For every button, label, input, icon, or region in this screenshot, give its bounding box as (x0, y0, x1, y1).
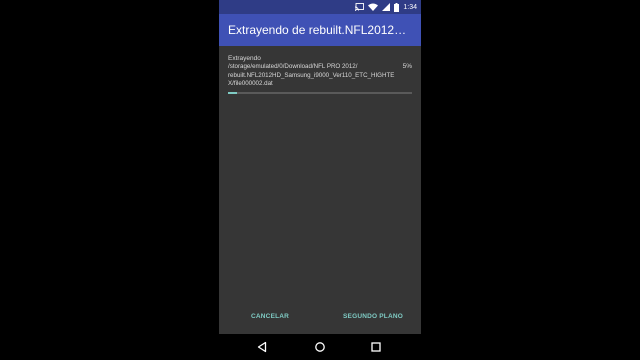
cancel-button[interactable]: CANCELAR (251, 313, 289, 320)
progress-percent: 5% (402, 63, 412, 70)
recents-icon[interactable] (369, 340, 383, 354)
dialog-title: Extrayendo de rebuilt.NFL2012HD... (228, 23, 414, 37)
navigation-bar (219, 334, 421, 360)
status-icons: 1:34 (355, 1, 417, 13)
status-time: 1:34 (403, 3, 417, 11)
wifi-icon (368, 3, 379, 11)
cast-icon (355, 3, 365, 11)
file-path-text: /storage/emulated/0/Download/NFL PRO 201… (228, 63, 395, 88)
progress-fill (228, 92, 238, 94)
background-button[interactable]: SEGUNDO PLANO (343, 313, 403, 320)
battery-icon (394, 2, 400, 12)
extraction-dialog: Extrayendo /storage/emulated/0/Download/… (219, 46, 421, 334)
progress-bar (228, 92, 412, 94)
file-path: /storage/emulated/0/Download/NFL PRO 201… (228, 63, 396, 89)
phone-screen: 1:34 Extrayendo de rebuilt.NFL2012HD... … (219, 0, 421, 360)
home-icon[interactable] (313, 340, 327, 354)
status-bar: 1:34 (219, 0, 421, 14)
back-icon[interactable] (255, 340, 269, 354)
dialog-title-bar: Extrayendo de rebuilt.NFL2012HD... (219, 14, 421, 46)
signal-icon (382, 3, 391, 11)
